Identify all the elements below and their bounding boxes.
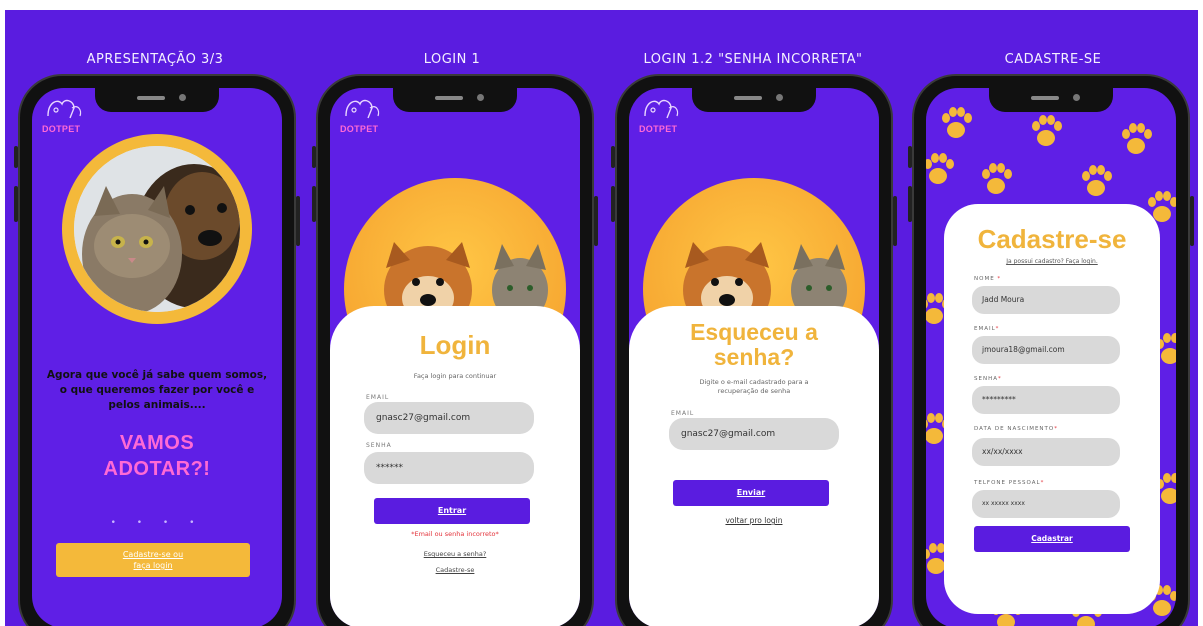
cta-line-2: faça login	[133, 561, 173, 570]
required-mark: *	[1054, 426, 1058, 432]
side-button	[312, 186, 316, 222]
forgot-card: Esqueceu a senha? Digite o e-mail cadast…	[629, 306, 879, 626]
notch	[989, 88, 1113, 112]
forgot-subtitle-line-2: recuperação de senha	[717, 387, 791, 395]
screen-title-login: LOGIN 1	[423, 52, 481, 67]
required-mark: *	[997, 276, 1002, 282]
cat-dog-photo	[74, 146, 240, 312]
dotpet-logo: DOTPET	[42, 94, 88, 136]
password-field[interactable]: ******	[364, 452, 534, 484]
phone-intro: DOTPET Agora que você já sabe quem somos…	[14, 74, 300, 626]
name-label-text: NOME	[974, 276, 995, 282]
notch	[692, 88, 816, 112]
headline-line-2: ADOTAR?!	[103, 458, 211, 480]
side-button	[611, 186, 615, 222]
email-field[interactable]: gnasc27@gmail.com	[364, 402, 534, 434]
forgot-password-link[interactable]: Esqueceu a senha?	[330, 550, 580, 558]
side-button	[14, 186, 18, 222]
email-label: EMAIL	[671, 410, 695, 417]
forgot-subtitle-line-1: Digite o e-mail cadastrado para a	[699, 378, 809, 386]
email-label: EMAIL	[366, 394, 390, 401]
presentation-board: APRESENTAÇÃO 3/3 LOGIN 1 LOGIN 1.2 "SENH…	[5, 10, 1198, 626]
side-button	[908, 146, 912, 168]
phone-login: DOTPET Login Faça login para continuar E…	[312, 74, 598, 626]
phone-label-text: TELFONE PESSOAL	[974, 480, 1041, 486]
logo-text: DOTPET	[340, 124, 379, 134]
forgot-title-line-2: senha?	[713, 344, 795, 370]
notch	[95, 88, 219, 112]
email-label: EMAIL*	[974, 326, 999, 332]
side-button	[14, 146, 18, 168]
required-mark: *	[997, 376, 1002, 382]
email-field[interactable]: jmoura18@gmail.com	[972, 336, 1120, 364]
required-mark: *	[1040, 480, 1045, 486]
screen-title-register: CADASTRE-SE	[1004, 52, 1102, 67]
password-label: SENHA*	[974, 376, 1002, 382]
phone-label: TELFONE PESSOAL*	[974, 480, 1044, 486]
password-field[interactable]: *********	[972, 386, 1120, 414]
phone-register: Cadastre-se Ja possui cadastro? Faça log…	[908, 74, 1194, 626]
login-subtitle: Faça login para continuar	[413, 372, 497, 380]
send-button[interactable]: Enviar	[673, 480, 829, 506]
forgot-screen: DOTPET Esqueceu a senha? Digite o e-mail…	[629, 88, 879, 626]
logo-text: DOTPET	[639, 124, 678, 134]
pagination-dots: • • • •	[110, 518, 204, 528]
cta-line-1: Cadastre-se ou	[122, 550, 184, 559]
dotpet-logo: DOTPET	[340, 94, 386, 136]
password-label: SENHA	[366, 442, 392, 449]
top-border	[0, 0, 1203, 5]
headline-line-1: VAMOS	[119, 432, 195, 454]
register-title: Cadastre-se	[977, 224, 1127, 254]
birthdate-label: DATA DE NASCIMENTO*	[974, 426, 1058, 432]
signup-link[interactable]: Cadastre-se	[330, 566, 580, 574]
side-button	[893, 196, 897, 246]
login-screen: DOTPET Login Faça login para continuar E…	[330, 88, 580, 626]
login-title: Login	[419, 330, 491, 360]
side-button	[1190, 196, 1194, 246]
notch	[393, 88, 517, 112]
login-button[interactable]: Entrar	[374, 498, 530, 524]
pets-photo-frame	[62, 134, 252, 324]
birthdate-field[interactable]: xx/xx/xxxx	[972, 438, 1120, 466]
side-button	[908, 186, 912, 222]
intro-text: Agora que você já sabe quem somos, o que…	[46, 369, 268, 411]
register-screen: Cadastre-se Ja possui cadastro? Faça log…	[926, 88, 1176, 626]
signup-or-login-button[interactable]: Cadastre-se ou faça login	[56, 543, 250, 577]
name-label: NOME *	[974, 276, 1001, 282]
intro-screen: DOTPET Agora que você já sabe quem somos…	[32, 88, 282, 626]
password-label-text: SENHA	[974, 376, 998, 382]
logo-text: DOTPET	[42, 124, 81, 134]
screen-title-forgot: LOGIN 1.2 "SENHA INCORRETA"	[643, 52, 863, 67]
register-button[interactable]: Cadastrar	[974, 526, 1130, 552]
screen-title-intro: APRESENTAÇÃO 3/3	[86, 52, 224, 67]
phone-field[interactable]: xx xxxxx xxxx	[972, 490, 1120, 518]
headline: VAMOS ADOTAR?!	[46, 430, 268, 482]
phone-forgot: DOTPET Esqueceu a senha? Digite o e-mail…	[611, 74, 897, 626]
name-field[interactable]: Jadd Moura	[972, 286, 1120, 314]
email-field[interactable]: gnasc27@gmail.com	[669, 418, 839, 450]
already-registered-link[interactable]: Ja possui cadastro? Faça login.	[944, 258, 1160, 265]
email-label-text: EMAIL	[974, 326, 996, 332]
side-button	[312, 146, 316, 168]
side-button	[296, 196, 300, 246]
forgot-title-line-1: Esqueceu a	[690, 319, 818, 345]
birthdate-label-text: DATA DE NASCIMENTO	[974, 426, 1055, 432]
error-message: *Email ou senha incorreto*	[411, 530, 499, 538]
register-card: Cadastre-se Ja possui cadastro? Faça log…	[944, 204, 1160, 614]
forgot-subtitle: Digite o e-mail cadastrado para a recupe…	[649, 378, 859, 396]
side-button	[594, 196, 598, 246]
back-to-login-link[interactable]: voltar pro login	[629, 516, 879, 525]
required-mark: *	[995, 326, 1000, 332]
forgot-title: Esqueceu a senha?	[629, 320, 879, 370]
dotpet-logo: DOTPET	[639, 94, 685, 136]
login-card: Login Faça login para continuar EMAIL gn…	[330, 306, 580, 626]
side-button	[611, 146, 615, 168]
